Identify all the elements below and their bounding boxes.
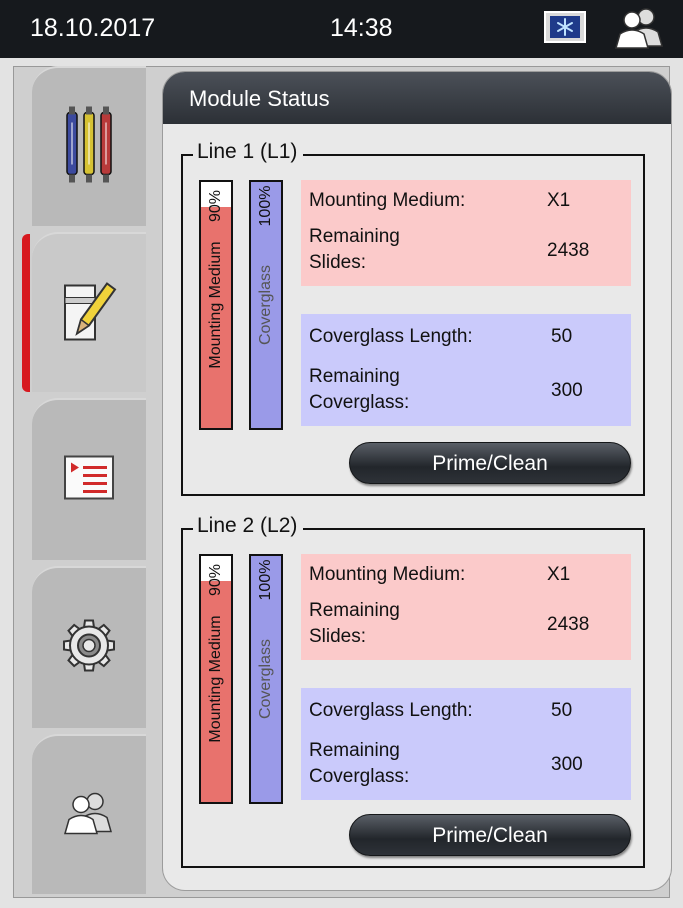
remaining-slides-label-2: Slides: (309, 252, 367, 273)
gauge-percent: 90% (207, 563, 224, 597)
remaining-coverglass-value: 300 (551, 380, 583, 401)
mounting-medium-value: X1 (547, 190, 571, 211)
remaining-slides-value: 2438 (547, 614, 590, 635)
module-status-panel: Module Status Line 1 (L1) Mounting Mediu… (163, 72, 671, 890)
active-tab-marker (22, 234, 30, 392)
status-time: 14:38 (330, 14, 393, 42)
reagent-bottles-icon (61, 105, 117, 190)
coverglass-length-value: 50 (551, 700, 573, 721)
mounting-medium-gauge: Mounting Medium 90% (199, 554, 233, 804)
coverglass-info: Coverglass Length: 50 Remaining Covergla… (301, 314, 631, 426)
remaining-coverglass-label-2: Coverglass: (309, 392, 410, 413)
remaining-coverglass-value: 300 (551, 754, 583, 775)
coverglass-info: Coverglass Length: 50 Remaining Covergla… (301, 688, 631, 800)
mounting-medium-label: Mounting Medium: (309, 190, 466, 211)
prime-clean-button[interactable]: Prime/Clean (349, 442, 631, 484)
gauge-percent: 90% (207, 189, 224, 223)
sidebar-tab-parameter-list[interactable] (32, 398, 146, 560)
user-icon[interactable] (612, 6, 668, 55)
gauge-label: Coverglass (257, 638, 274, 720)
remaining-slides-value: 2438 (547, 240, 590, 261)
mounting-medium-info: Mounting Medium: X1 Remaining Slides: 24… (301, 554, 631, 660)
line-title: Line 1 (L1) (193, 140, 304, 164)
gauge-label: Coverglass (257, 264, 274, 346)
coverglass-gauge: Coverglass 100% (249, 180, 283, 430)
remaining-slides-label-1: Remaining (309, 600, 400, 621)
remaining-slides-label-2: Slides: (309, 626, 367, 647)
remaining-coverglass-label-1: Remaining (309, 740, 400, 761)
panel-title: Module Status (189, 86, 330, 111)
status-date: 18.10.2017 (30, 14, 156, 42)
user-settings-icon (59, 790, 119, 841)
settings-gear-icon (61, 618, 117, 679)
parameter-list-icon (63, 455, 115, 506)
panel-header: Module Status (163, 72, 671, 124)
coverglass-length-value: 50 (551, 326, 573, 347)
coverglass-length-label: Coverglass Length: (309, 700, 473, 721)
gauge-label: Mounting Medium (207, 241, 224, 369)
coverglass-length-label: Coverglass Length: (309, 326, 473, 347)
line-2-group: Line 2 (L2) Mounting Medium 90% Covergla… (181, 514, 645, 868)
line-title: Line 2 (L2) (193, 514, 304, 538)
cooling-mode-icon[interactable] (543, 10, 587, 49)
module-status-icon (59, 276, 119, 351)
prime-clean-button[interactable]: Prime/Clean (349, 814, 631, 856)
mounting-medium-gauge: Mounting Medium 90% (199, 180, 233, 430)
remaining-slides-label-1: Remaining (309, 226, 400, 247)
gauge-percent: 100% (257, 185, 274, 227)
remaining-coverglass-label-2: Coverglass: (309, 766, 410, 787)
mounting-medium-info: Mounting Medium: X1 Remaining Slides: 24… (301, 180, 631, 286)
remaining-coverglass-label-1: Remaining (309, 366, 400, 387)
sidebar-tab-module-status[interactable] (22, 232, 146, 392)
status-bar: 18.10.2017 14:38 (0, 0, 683, 58)
gauge-label: Mounting Medium (207, 615, 224, 743)
line-1-group: Line 1 (L1) Mounting Medium 90% Covergla… (181, 140, 645, 496)
sidebar-tab-settings[interactable] (32, 566, 146, 728)
sidebar-tab-reagents[interactable] (32, 66, 146, 226)
coverglass-gauge: Coverglass 100% (249, 554, 283, 804)
mounting-medium-value: X1 (547, 564, 571, 585)
gauge-percent: 100% (257, 559, 274, 601)
sidebar-tab-user-settings[interactable] (32, 734, 146, 894)
mounting-medium-label: Mounting Medium: (309, 564, 466, 585)
